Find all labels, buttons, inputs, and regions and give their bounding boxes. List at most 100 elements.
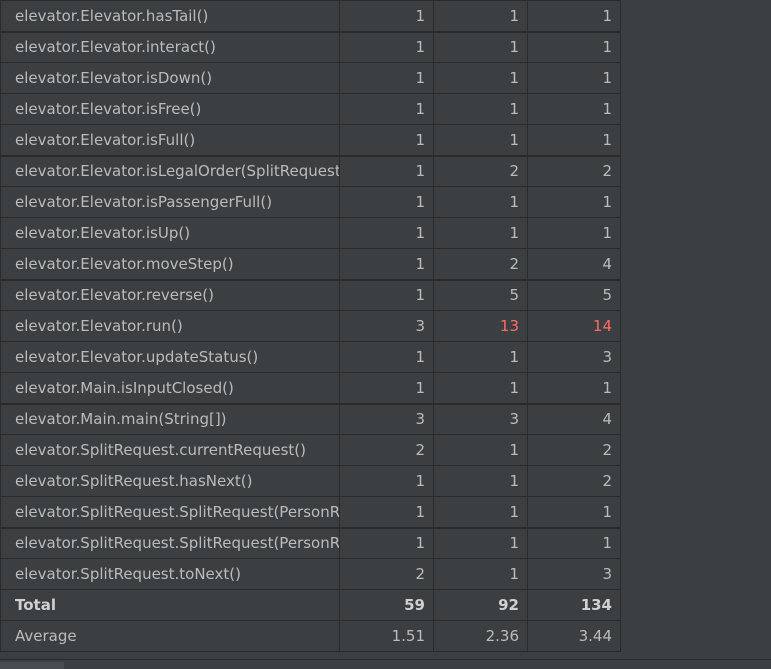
total-b-value: 92 <box>433 589 528 621</box>
table-row[interactable]: elevator.Main.isInputClosed() 1 1 1 <box>0 372 621 404</box>
method-name: elevator.Elevator.isDown() <box>0 62 340 94</box>
table-row[interactable]: elevator.Elevator.isUp() 1 1 1 <box>0 217 621 249</box>
method-name: elevator.Main.main(String[]) <box>0 402 340 435</box>
metric-c-value: 1 <box>527 62 621 94</box>
metric-b-value: 5 <box>433 278 528 311</box>
metric-a-value: 1 <box>339 465 434 497</box>
table-row[interactable]: elevator.Elevator.isPassengerFull() 1 1 … <box>0 186 621 218</box>
metric-a-value: 1 <box>339 496 434 528</box>
metric-c-value: 4 <box>527 402 621 435</box>
metric-a-value: 2 <box>339 558 434 590</box>
table-row[interactable]: elevator.SplitRequest.currentRequest() 2… <box>0 434 621 466</box>
metric-b-value: 1 <box>433 186 528 218</box>
metric-b-value: 2 <box>433 248 528 280</box>
method-name: elevator.Elevator.isUp() <box>0 217 340 249</box>
metric-b-value: 1 <box>433 62 528 94</box>
metric-a-value: 1 <box>339 217 434 249</box>
metric-c-value: 1 <box>527 496 621 528</box>
metric-c-value: 14 <box>527 310 621 342</box>
metric-b-value: 1 <box>433 341 528 373</box>
toolbar-segment <box>0 662 64 669</box>
total-row: Total 59 92 134 <box>0 589 621 621</box>
metric-a-value: 1 <box>339 154 434 187</box>
metrics-panel: elevator.Elevator.hasTail() 1 1 1 elevat… <box>0 0 771 669</box>
metrics-table-body: elevator.Elevator.hasTail() 1 1 1 elevat… <box>0 0 621 652</box>
metric-b-value: 1 <box>433 30 528 63</box>
metric-c-value: 1 <box>527 0 621 32</box>
metric-b-value: 1 <box>433 372 528 404</box>
metric-a-value: 1 <box>339 30 434 63</box>
table-row[interactable]: elevator.Elevator.isFree() 1 1 1 <box>0 93 621 125</box>
table-row[interactable]: elevator.SplitRequest.hasNext() 1 1 2 <box>0 465 621 497</box>
table-row[interactable]: elevator.Elevator.isDown() 1 1 1 <box>0 62 621 94</box>
metric-a-value: 1 <box>339 372 434 404</box>
metric-b-value: 1 <box>433 496 528 528</box>
metric-c-value: 1 <box>527 30 621 63</box>
metric-c-value: 1 <box>527 372 621 404</box>
metric-a-value: 1 <box>339 278 434 311</box>
table-row[interactable]: elevator.Elevator.isFull() 1 1 1 <box>0 124 621 156</box>
metric-b-value: 1 <box>433 526 528 559</box>
method-name: elevator.Elevator.isFree() <box>0 93 340 125</box>
table-row[interactable]: elevator.Elevator.hasTail() 1 1 1 <box>0 0 621 32</box>
metric-b-value: 13 <box>433 310 528 342</box>
metric-b-value: 1 <box>433 0 528 32</box>
table-row[interactable]: elevator.SplitRequest.SplitRequest(Perso… <box>0 496 621 528</box>
table-row[interactable]: elevator.Elevator.interact() 1 1 1 <box>0 30 621 63</box>
metric-c-value: 1 <box>527 186 621 218</box>
method-name: elevator.Elevator.reverse() <box>0 278 340 311</box>
metric-c-value: 1 <box>527 93 621 125</box>
average-c-value: 3.44 <box>527 620 621 652</box>
table-row[interactable]: elevator.Elevator.updateStatus() 1 1 3 <box>0 341 621 373</box>
metric-b-value: 1 <box>433 558 528 590</box>
method-name: elevator.Elevator.isPassengerFull() <box>0 186 340 218</box>
total-label: Total <box>0 589 340 621</box>
table-row[interactable]: elevator.SplitRequest.toNext() 2 1 3 <box>0 558 621 590</box>
method-name: elevator.SplitRequest.toNext() <box>0 558 340 590</box>
method-name: elevator.Elevator.hasTail() <box>0 0 340 32</box>
metric-a-value: 3 <box>339 310 434 342</box>
metric-a-value: 1 <box>339 124 434 156</box>
metric-a-value: 1 <box>339 0 434 32</box>
metric-a-value: 1 <box>339 341 434 373</box>
average-b-value: 2.36 <box>433 620 528 652</box>
table-row[interactable]: elevator.Elevator.reverse() 1 5 5 <box>0 278 621 311</box>
average-row: Average 1.51 2.36 3.44 <box>0 620 621 652</box>
table-row[interactable]: elevator.SplitRequest.SplitRequest(Perso… <box>0 526 621 559</box>
metric-c-value: 3 <box>527 558 621 590</box>
method-name: elevator.Elevator.isFull() <box>0 124 340 156</box>
metric-c-value: 2 <box>527 154 621 187</box>
metric-b-value: 3 <box>433 402 528 435</box>
table-row[interactable]: elevator.Elevator.moveStep() 1 2 4 <box>0 248 621 280</box>
method-name: elevator.SplitRequest.hasNext() <box>0 465 340 497</box>
metric-a-value: 1 <box>339 526 434 559</box>
table-row[interactable]: elevator.Elevator.isLegalOrder(SplitRequ… <box>0 154 621 187</box>
metric-a-value: 1 <box>339 93 434 125</box>
metric-c-value: 2 <box>527 465 621 497</box>
metric-c-value: 4 <box>527 248 621 280</box>
average-label: Average <box>0 620 340 652</box>
table-row[interactable]: elevator.Elevator.run() 3 13 14 <box>0 310 621 342</box>
metrics-table: elevator.Elevator.hasTail() 1 1 1 elevat… <box>0 0 621 652</box>
metric-b-value: 1 <box>433 465 528 497</box>
metric-b-value: 1 <box>433 124 528 156</box>
metric-a-value: 1 <box>339 248 434 280</box>
metric-a-value: 1 <box>339 62 434 94</box>
method-name: elevator.Elevator.updateStatus() <box>0 341 340 373</box>
method-name: elevator.Elevator.isLegalOrder(SplitRequ… <box>0 154 340 187</box>
metric-a-value: 1 <box>339 186 434 218</box>
metric-c-value: 3 <box>527 341 621 373</box>
method-name: elevator.SplitRequest.SplitRequest(Perso… <box>0 526 340 559</box>
metric-c-value: 1 <box>527 124 621 156</box>
method-name: elevator.SplitRequest.currentRequest() <box>0 434 340 466</box>
total-c-value: 134 <box>527 589 621 621</box>
metric-a-value: 2 <box>339 434 434 466</box>
metric-c-value: 1 <box>527 217 621 249</box>
method-name: elevator.Elevator.interact() <box>0 30 340 63</box>
metric-b-value: 1 <box>433 93 528 125</box>
metric-c-value: 1 <box>527 526 621 559</box>
bottom-toolbar-strip <box>0 659 771 669</box>
table-row[interactable]: elevator.Main.main(String[]) 3 3 4 <box>0 402 621 435</box>
method-name: elevator.Elevator.run() <box>0 310 340 342</box>
metric-c-value: 5 <box>527 278 621 311</box>
